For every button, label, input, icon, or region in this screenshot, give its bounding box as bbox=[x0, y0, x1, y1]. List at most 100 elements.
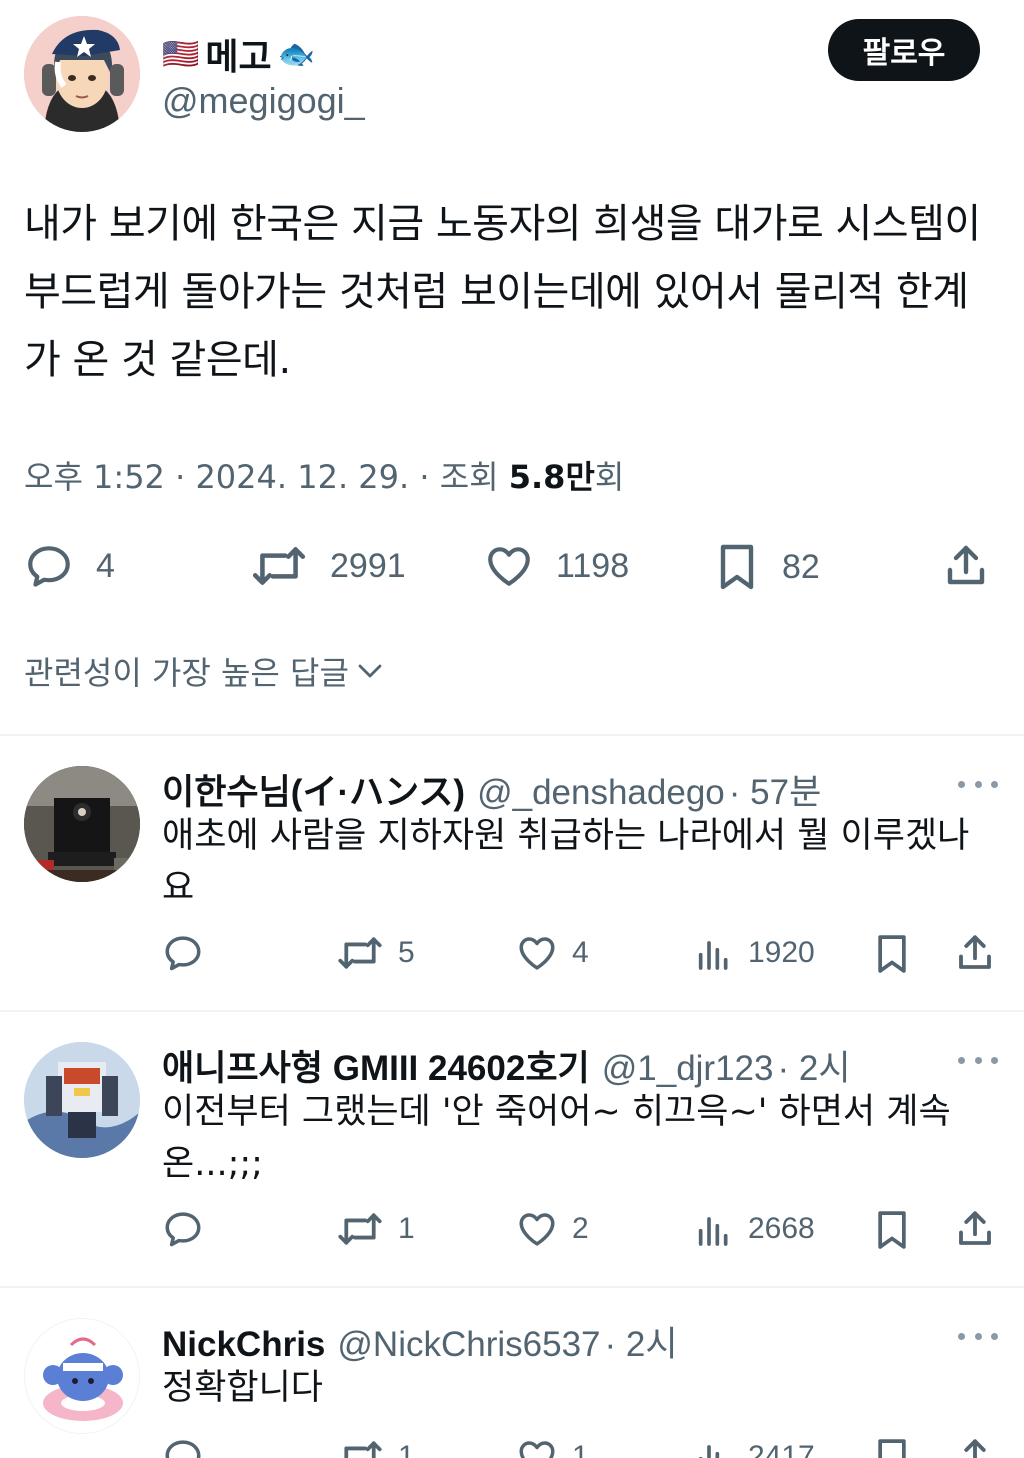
share-button[interactable] bbox=[954, 932, 996, 974]
reply-author-handle[interactable]: @_denshadego bbox=[477, 773, 725, 813]
reply-icon bbox=[165, 1440, 201, 1458]
reply-text: 애초에 사람을 지하자원 취급하는 나라에서 뭘 이루겠나요 bbox=[162, 816, 970, 908]
reply-author-name[interactable]: NickChris bbox=[162, 1325, 325, 1365]
reply-time[interactable]: · 2시 bbox=[778, 1040, 851, 1091]
reply-author-name[interactable]: 이한수님(イ·ハンス) bbox=[162, 764, 465, 815]
author-display-name[interactable]: 🇺🇸 메고 🐟 bbox=[162, 28, 315, 80]
reply-text: 정확합니다 bbox=[162, 1368, 324, 1408]
views-unit: 회 bbox=[594, 458, 625, 496]
reply-button[interactable] bbox=[162, 1208, 204, 1250]
reply-item[interactable]: 애니프사형 GMIII 24602호기 @1_djr123 · 2시 이전부터 … bbox=[0, 1012, 1024, 1288]
like-button[interactable]: 1198 bbox=[484, 541, 629, 591]
views-count: 2417 bbox=[748, 1440, 815, 1458]
reply-sort-dropdown[interactable]: 관련성이 가장 높은 답글 bbox=[24, 648, 385, 694]
author-avatar-image bbox=[24, 16, 140, 132]
analytics-icon bbox=[698, 1445, 720, 1458]
author-handle[interactable]: @megigogi_ bbox=[162, 80, 365, 122]
retweet-icon bbox=[338, 1213, 382, 1245]
share-button[interactable] bbox=[954, 1208, 996, 1250]
retweet-icon bbox=[338, 937, 382, 969]
retweet-button[interactable]: 5 bbox=[336, 932, 415, 974]
like-count: 2 bbox=[572, 1212, 589, 1245]
follow-button[interactable]: 팔로우 bbox=[828, 19, 980, 81]
more-options-icon[interactable] bbox=[958, 1326, 998, 1346]
reply-icon bbox=[165, 936, 201, 971]
tweet-text: 내가 보기에 한국은 지금 노동자의 희생을 대가로 시스템이 부드럽게 돌아가… bbox=[24, 201, 981, 383]
heart-icon bbox=[519, 937, 555, 970]
analytics-icon bbox=[698, 1217, 728, 1246]
views-button[interactable]: 1920 bbox=[694, 932, 815, 974]
reply-author-handle[interactable]: @1_djr123 bbox=[602, 1049, 774, 1089]
reply-item[interactable]: 이한수님(イ·ハンス) @_denshadego · 57분 애초에 사람을 지… bbox=[0, 736, 1024, 1012]
like-count: 1 bbox=[572, 1440, 589, 1458]
fish-icon: 🐟 bbox=[277, 37, 315, 71]
author-avatar[interactable] bbox=[24, 16, 140, 132]
bookmark-button[interactable] bbox=[872, 1436, 912, 1458]
share-icon bbox=[959, 935, 991, 969]
reply-avatar[interactable] bbox=[24, 1318, 140, 1434]
retweet-button[interactable]: 2991 bbox=[250, 541, 406, 591]
more-options-icon[interactable] bbox=[958, 1050, 998, 1070]
reply-time[interactable]: · 57분 bbox=[729, 764, 822, 815]
retweet-icon bbox=[344, 1441, 382, 1458]
share-button[interactable] bbox=[942, 541, 990, 591]
views-count: 1920 bbox=[748, 936, 815, 969]
reply-count: 4 bbox=[96, 546, 115, 585]
character-avatar-image bbox=[25, 1319, 139, 1433]
share-button[interactable] bbox=[954, 1436, 996, 1458]
like-count: 1198 bbox=[556, 546, 630, 585]
views-button[interactable]: 2417 bbox=[694, 1436, 815, 1458]
reply-avatar[interactable] bbox=[24, 766, 140, 882]
chevron-down-icon bbox=[358, 664, 382, 678]
reply-author-name[interactable]: 애니프사형 GMIII 24602호기 bbox=[162, 1040, 590, 1091]
heart-icon bbox=[519, 1441, 555, 1458]
retweet-button[interactable]: 1 bbox=[336, 1436, 415, 1458]
retweet-count: 2991 bbox=[330, 546, 406, 585]
bookmark-button[interactable]: 82 bbox=[714, 541, 820, 593]
reply-text: 이전부터 그랬는데 '안 죽어어~ 히끄윽~' 하면서 계속 온...;;; bbox=[162, 1092, 951, 1184]
reply-author-handle[interactable]: @NickChris6537 bbox=[337, 1325, 600, 1365]
like-button[interactable]: 2 bbox=[516, 1208, 589, 1250]
reply-button[interactable] bbox=[162, 1436, 204, 1458]
retweet-button[interactable]: 1 bbox=[336, 1208, 415, 1250]
reply-button[interactable]: 4 bbox=[24, 541, 115, 591]
reply-icon bbox=[165, 1212, 201, 1247]
reply-item[interactable]: NickChris @NickChris6537 · 2시 정확합니다 1 1 … bbox=[0, 1288, 1024, 1458]
more-options-icon[interactable] bbox=[958, 774, 998, 794]
bookmark-icon bbox=[878, 1211, 906, 1249]
reply-header: 이한수님(イ·ハンス) @_denshadego · 57분 bbox=[162, 764, 821, 815]
reply-sort-label: 관련성이 가장 높은 답글 bbox=[24, 654, 349, 692]
reply-avatar[interactable] bbox=[24, 1042, 140, 1158]
retweet-count: 1 bbox=[398, 1212, 415, 1245]
bookmark-icon bbox=[878, 935, 906, 973]
train-avatar-image bbox=[24, 766, 140, 882]
reply-button[interactable] bbox=[162, 932, 204, 974]
tweet-time[interactable]: 오후 1:52 bbox=[24, 458, 165, 496]
views-label: 조회 bbox=[439, 458, 509, 496]
heart-icon bbox=[519, 1213, 555, 1246]
retweet-count: 1 bbox=[398, 1440, 415, 1458]
like-button[interactable]: 1 bbox=[516, 1436, 589, 1458]
retweet-icon bbox=[252, 547, 306, 585]
us-flag-icon: 🇺🇸 bbox=[162, 37, 200, 71]
reply-icon bbox=[28, 546, 70, 587]
bookmark-icon bbox=[720, 544, 754, 590]
share-icon bbox=[959, 1211, 991, 1245]
bookmark-icon bbox=[878, 1439, 906, 1458]
retweet-count: 5 bbox=[398, 936, 415, 969]
views-count: 2668 bbox=[748, 1212, 815, 1245]
analytics-icon bbox=[698, 941, 728, 970]
share-icon bbox=[947, 545, 985, 585]
like-button[interactable]: 4 bbox=[516, 932, 589, 974]
reply-header: 애니프사형 GMIII 24602호기 @1_djr123 · 2시 bbox=[162, 1040, 851, 1091]
reply-header: NickChris @NickChris6537 · 2시 bbox=[162, 1316, 678, 1367]
bookmark-button[interactable] bbox=[872, 1208, 912, 1252]
reply-time[interactable]: · 2시 bbox=[605, 1316, 678, 1367]
heart-icon bbox=[488, 547, 530, 586]
views-button[interactable]: 2668 bbox=[694, 1208, 815, 1250]
tweet-date[interactable]: 2024. 12. 29. bbox=[195, 458, 409, 496]
bookmark-button[interactable] bbox=[872, 932, 912, 976]
bookmark-count: 82 bbox=[782, 547, 820, 586]
author-name: 메고 bbox=[205, 37, 272, 78]
meta-separator: · bbox=[409, 458, 440, 496]
